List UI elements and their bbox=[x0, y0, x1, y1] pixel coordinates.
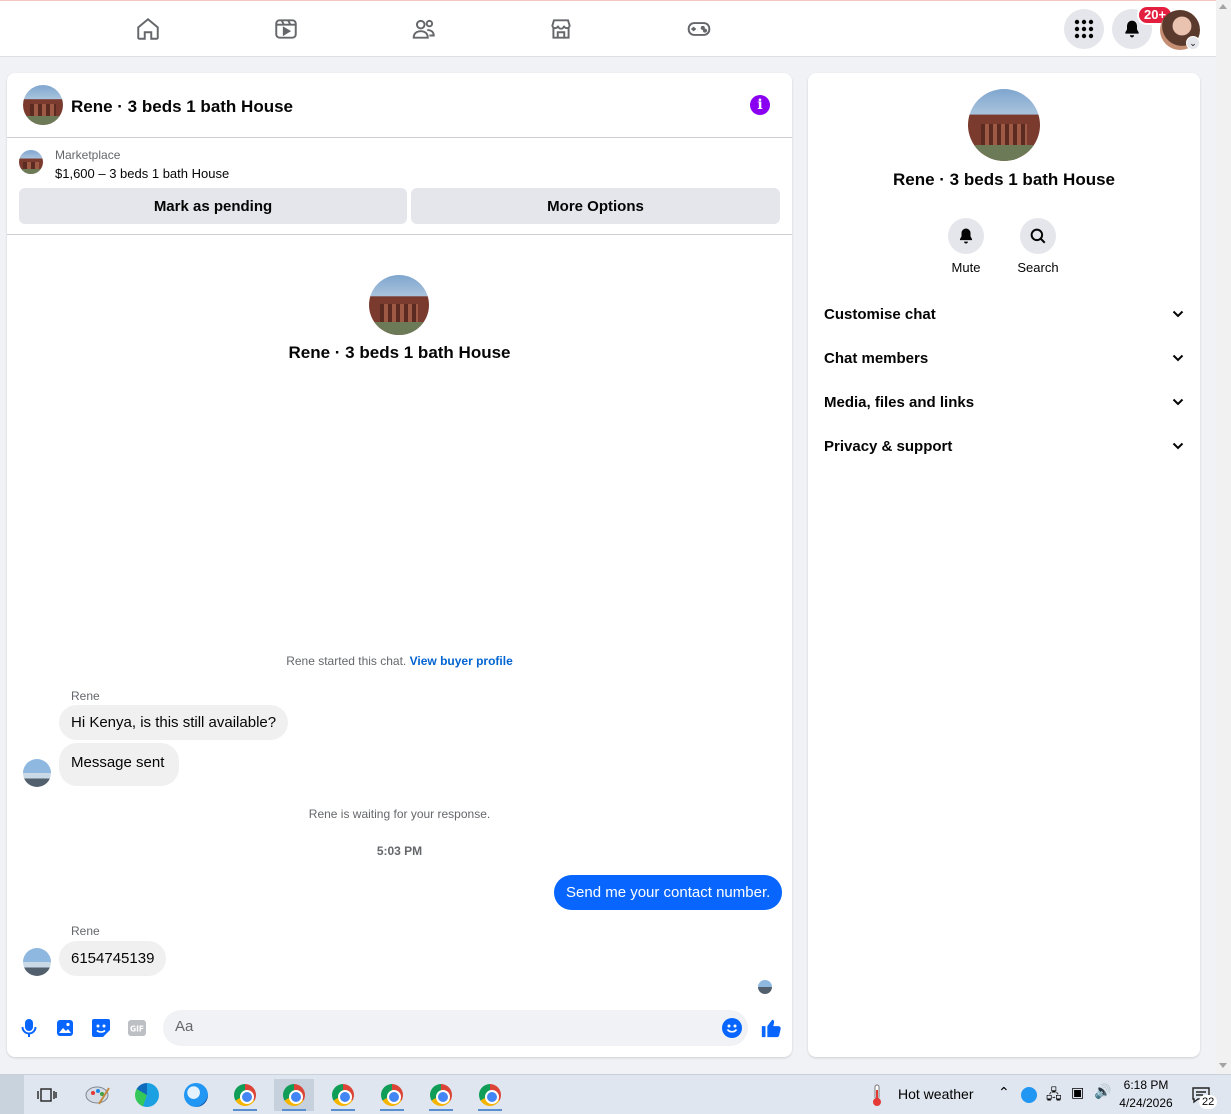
chrome-profile-icon[interactable] bbox=[323, 1079, 363, 1111]
volume-icon[interactable]: 🔊 bbox=[1094, 1083, 1111, 1100]
chat-members-section[interactable]: Chat members bbox=[816, 338, 1192, 378]
marketplace-label: Marketplace bbox=[55, 148, 121, 162]
start-area[interactable] bbox=[0, 1075, 24, 1114]
chat-title[interactable]: Rene · 3 beds 1 bath House bbox=[71, 97, 293, 117]
sender-name: Rene bbox=[71, 689, 100, 703]
microphone-icon[interactable] bbox=[19, 1018, 39, 1038]
section-label: Customise chat bbox=[824, 305, 936, 323]
weather-text[interactable]: Hot weather bbox=[898, 1086, 973, 1102]
section-label: Chat members bbox=[824, 349, 929, 367]
task-view-icon[interactable] bbox=[27, 1079, 67, 1111]
scroll-down-icon[interactable] bbox=[1219, 1063, 1227, 1068]
notification-count-badge: 22 bbox=[1199, 1095, 1218, 1109]
chevron-down-icon bbox=[1172, 354, 1184, 362]
gaming-icon[interactable] bbox=[654, 7, 744, 51]
sender-avatar[interactable] bbox=[23, 759, 51, 787]
chat-info-panel: Rene · 3 beds 1 bath House Mute Search C… bbox=[808, 73, 1200, 1057]
chat-started-text: Rene started this chat. bbox=[286, 654, 407, 668]
section-label: Privacy & support bbox=[824, 437, 953, 455]
search-button[interactable]: Search bbox=[1008, 218, 1068, 275]
chevron-down-icon bbox=[1172, 310, 1184, 318]
info-panel-title: Rene · 3 beds 1 bath House bbox=[893, 170, 1115, 189]
privacy-support-section[interactable]: Privacy & support bbox=[816, 426, 1192, 466]
paint-app-icon[interactable] bbox=[78, 1079, 118, 1111]
tray-app-icon[interactable] bbox=[1021, 1087, 1037, 1103]
chat-started-note: Rene started this chat. View buyer profi… bbox=[7, 654, 792, 668]
search-icon[interactable] bbox=[1020, 218, 1056, 254]
message-timestamp: 5:03 PM bbox=[376, 844, 423, 858]
incoming-message[interactable]: 6154745139 bbox=[59, 941, 167, 976]
sender-avatar[interactable] bbox=[23, 948, 51, 976]
chrome-profile-icon[interactable] bbox=[421, 1079, 461, 1111]
view-buyer-profile-link[interactable]: View buyer profile bbox=[410, 654, 513, 668]
message-input-box[interactable] bbox=[163, 1010, 748, 1046]
network-icon[interactable]: 🖧 bbox=[1046, 1084, 1062, 1108]
chrome-profile-icon[interactable] bbox=[470, 1079, 510, 1111]
page-scrollbar[interactable] bbox=[1216, 0, 1231, 1074]
photo-icon[interactable] bbox=[55, 1018, 75, 1038]
clock-date[interactable]: 4/24/2026 bbox=[1116, 1096, 1176, 1110]
top-navigation: 20+ ⌄ bbox=[0, 0, 1216, 57]
mute-bell-icon[interactable] bbox=[948, 218, 984, 254]
friends-icon[interactable] bbox=[379, 7, 469, 51]
marketplace-icon[interactable] bbox=[516, 7, 606, 51]
sticker-icon[interactable] bbox=[91, 1018, 111, 1038]
thermometer-icon[interactable] bbox=[862, 1079, 892, 1111]
gif-icon[interactable]: GIF bbox=[127, 1018, 147, 1038]
listing-thumbnail[interactable] bbox=[23, 85, 63, 125]
seen-indicator-avatar bbox=[758, 980, 772, 994]
meet-icon[interactable]: ▣ bbox=[1071, 1084, 1084, 1101]
listing-small-thumbnail[interactable] bbox=[19, 150, 43, 174]
chat-header: Rene · 3 beds 1 bath House i bbox=[7, 73, 792, 138]
like-thumb-icon[interactable] bbox=[759, 1016, 783, 1040]
incoming-message[interactable]: Hi Kenya, is this still available? bbox=[59, 705, 289, 740]
chevron-down-icon bbox=[1172, 442, 1184, 450]
menu-grid-icon[interactable] bbox=[1064, 9, 1104, 49]
chrome-profile-icon[interactable] bbox=[274, 1079, 314, 1111]
chat-panel: Rene · 3 beds 1 bath House i Marketplace… bbox=[7, 73, 792, 1057]
mute-button[interactable]: Mute bbox=[936, 218, 996, 275]
home-icon[interactable] bbox=[103, 7, 193, 51]
outgoing-message[interactable]: Send me your contact number. bbox=[554, 875, 783, 910]
windows-taskbar: Hot weather ⌃ 🖧 ▣ 🔊 6:18 PM 4/24/2026 22 bbox=[0, 1074, 1231, 1114]
more-options-button[interactable]: More Options bbox=[411, 188, 780, 224]
listing-summary[interactable]: $1,600 – 3 beds 1 bath House bbox=[55, 166, 229, 181]
chat-intro-title: Rene · 3 beds 1 bath House bbox=[288, 343, 511, 362]
scroll-up-icon[interactable] bbox=[1219, 4, 1227, 9]
app-icon[interactable] bbox=[176, 1079, 216, 1111]
info-icon[interactable]: i bbox=[750, 95, 770, 115]
tray-chevron-icon[interactable]: ⌃ bbox=[998, 1084, 1010, 1101]
search-label: Search bbox=[1017, 260, 1059, 275]
edge-browser-icon[interactable] bbox=[127, 1079, 167, 1111]
svg-text:GIF: GIF bbox=[130, 1025, 144, 1034]
mute-label: Mute bbox=[951, 260, 981, 275]
chrome-icon[interactable] bbox=[225, 1079, 265, 1111]
chat-intro-thumbnail bbox=[369, 275, 429, 335]
incoming-message[interactable]: Message sent bbox=[59, 743, 180, 786]
message-input[interactable] bbox=[175, 1018, 705, 1035]
message-composer: GIF bbox=[7, 1008, 792, 1048]
emoji-icon[interactable] bbox=[722, 1018, 742, 1038]
sender-name: Rene bbox=[71, 924, 100, 938]
waiting-note: Rene is waiting for your response. bbox=[308, 807, 491, 821]
account-chevron-icon[interactable]: ⌄ bbox=[1186, 36, 1200, 50]
customise-chat-section[interactable]: Customise chat bbox=[816, 294, 1192, 334]
profile-thumbnail[interactable] bbox=[968, 89, 1040, 161]
chrome-profile-icon[interactable] bbox=[372, 1079, 412, 1111]
chevron-down-icon bbox=[1172, 398, 1184, 406]
clock-time[interactable]: 6:18 PM bbox=[1118, 1078, 1174, 1092]
mark-pending-button[interactable]: Mark as pending bbox=[19, 188, 407, 224]
video-icon[interactable] bbox=[241, 7, 331, 51]
section-label: Media, files and links bbox=[824, 393, 975, 411]
media-files-links-section[interactable]: Media, files and links bbox=[816, 382, 1192, 422]
